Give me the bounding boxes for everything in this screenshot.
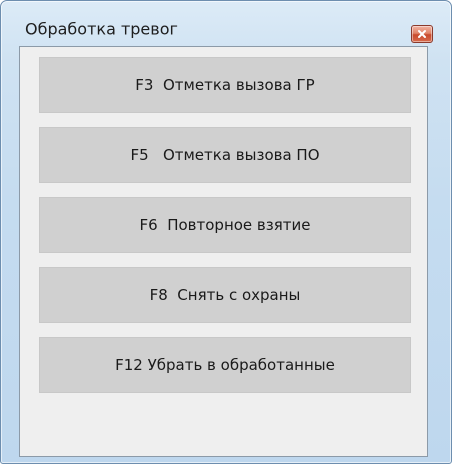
f12-move-to-processed-button[interactable]: F12 Убрать в обработанные — [39, 337, 411, 393]
f8-disarm-button[interactable]: F8 Снять с охраны — [39, 267, 411, 323]
client-area: F3 Отметка вызова ГР F5 Отметка вызова П… — [19, 46, 428, 457]
window-title: Обработка тревог — [25, 19, 178, 39]
close-icon — [417, 29, 427, 39]
f6-rearm-button[interactable]: F6 Повторное взятие — [39, 197, 411, 253]
f5-mark-po-call-button[interactable]: F5 Отметка вызова ПО — [39, 127, 411, 183]
close-button[interactable] — [411, 25, 433, 43]
alarm-processing-window: Обработка тревог F3 Отметка вызова ГР F5… — [0, 0, 452, 464]
f3-mark-gr-call-button[interactable]: F3 Отметка вызова ГР — [39, 57, 411, 113]
title-bar[interactable]: Обработка тревог — [1, 1, 452, 43]
